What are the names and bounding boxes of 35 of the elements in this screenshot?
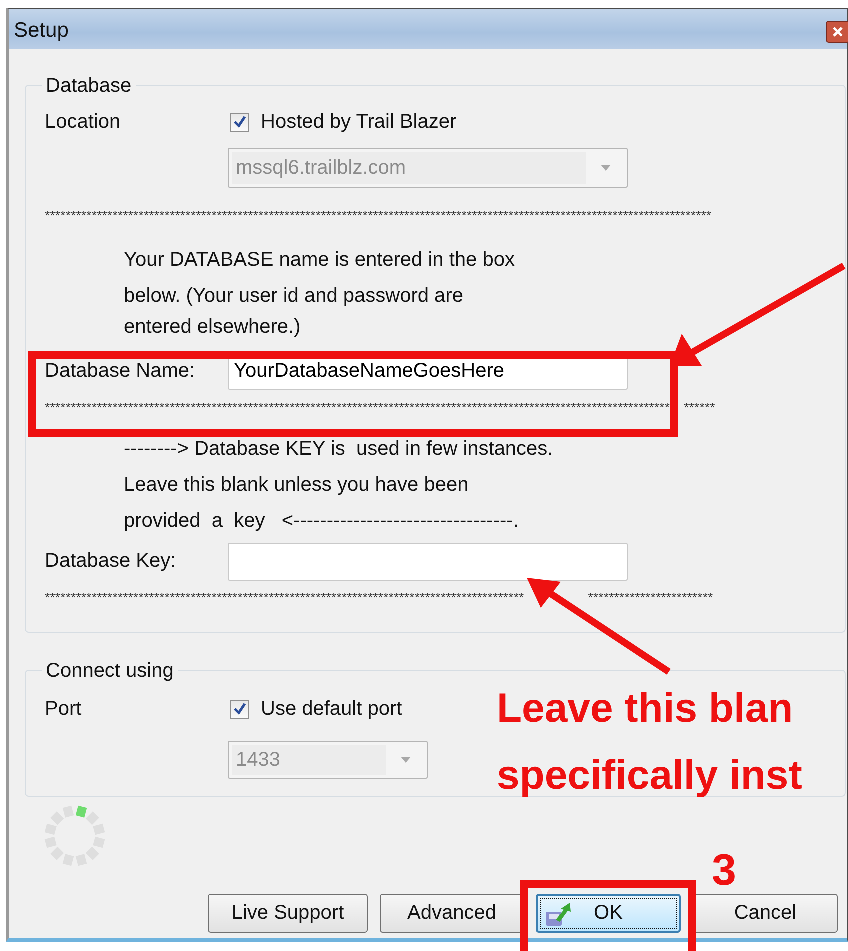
close-button[interactable] [826,21,848,43]
window-title: Setup [14,19,69,43]
separator-text: ************************ [588,590,714,604]
step-number: 3 [712,846,736,896]
checkbox-label: Hosted by Trail Blazer [261,110,457,134]
input-field[interactable] [228,542,628,580]
field-label: Database Key: [45,550,176,572]
separator-text: ******************************************************************************************************************************** [45,208,712,222]
note-text: Leave this blank unless you have been [124,473,470,498]
separator-text: ****** [684,400,716,414]
note-text: below. (Your user id and password are [124,284,464,309]
separator-text: ******************************************************************************************** [45,590,524,604]
dialog-button[interactable]: Live Support [208,894,368,933]
note-text: entered elsewhere.) [124,315,302,340]
separator-text: ************************************************************************************************************************ [45,400,670,414]
callout-text: Leave this blan [497,684,794,733]
checkbox[interactable] [230,112,249,132]
checkbox[interactable] [230,700,249,718]
check-icon [232,701,248,717]
disk-arrow-icon [544,900,574,928]
check-icon [232,114,248,130]
note-text: provided a key <---------------------------------. [124,509,520,534]
note-text: --------> Database KEY is used in few instances. [124,437,554,462]
checkbox-label: Use default port [261,698,402,720]
field-label: Database Name: [45,360,196,382]
field-label: Port [45,698,82,720]
close-icon [832,26,844,38]
field-label: Location [45,110,121,132]
dialog-button[interactable]: OK [536,894,681,933]
dialog-button[interactable]: Cancel [693,894,838,933]
loading-spinner-icon [43,804,107,868]
note-text: Your DATABASE name is entered in the box [124,248,516,273]
dropdown-arrow-icon [600,164,612,172]
callout-text: specifically inst [497,751,802,800]
dropdown-arrow-icon [400,756,412,764]
